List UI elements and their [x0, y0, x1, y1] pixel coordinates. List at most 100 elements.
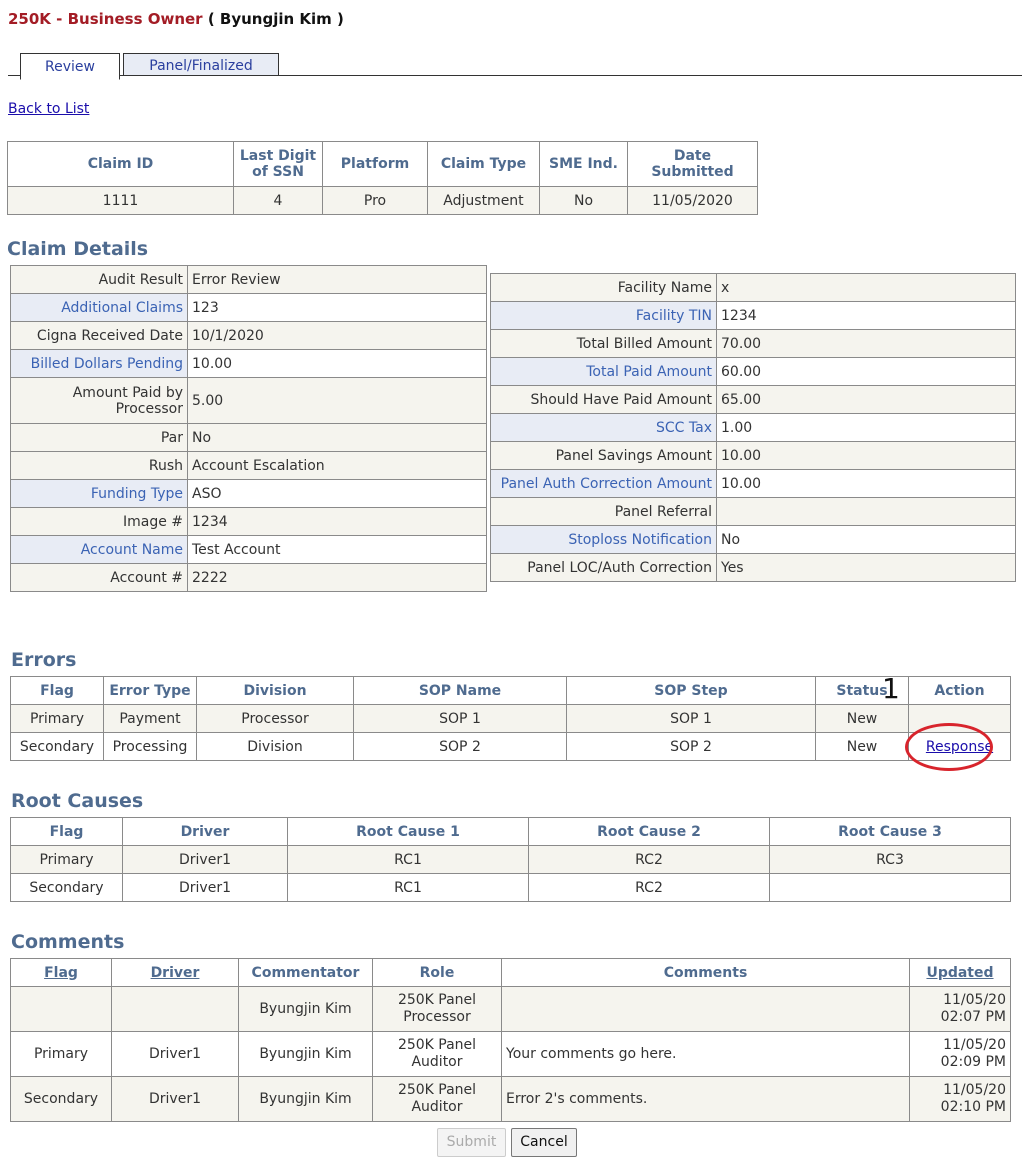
role-line-1: 250K Panel: [397, 992, 477, 1008]
cancel-button[interactable]: Cancel: [511, 1128, 577, 1157]
detail-label: Account Name: [10, 535, 188, 564]
detail-value: 10.00: [716, 441, 1016, 470]
detail-label: Audit Result: [10, 265, 188, 294]
col-commentator: Commentator: [238, 958, 373, 987]
detail-label: Cigna Received Date: [10, 321, 188, 350]
comment-role: 250K Panel Auditor: [372, 1076, 502, 1122]
detail-label: Total Paid Amount: [490, 357, 717, 386]
response-link[interactable]: Response: [926, 739, 993, 755]
detail-label: Total Billed Amount: [490, 329, 717, 358]
back-to-list-link[interactable]: Back to List: [8, 101, 89, 117]
comment-updated: 11/05/20 02:10 PM: [909, 1076, 1011, 1122]
sme-ind-value: No: [539, 186, 628, 215]
sort-updated-link[interactable]: Updated: [926, 965, 993, 981]
error-action-cell: Response: [908, 732, 1011, 761]
page-header: 250K - Business Owner ( Byungjin Kim ): [8, 10, 344, 28]
detail-value: No: [716, 525, 1016, 554]
error-sop-name: SOP 2: [353, 732, 567, 761]
user-name: ( Byungjin Kim ): [207, 10, 344, 28]
detail-value: 10.00: [187, 349, 487, 378]
updated-time: 02:09 PM: [940, 1054, 1006, 1070]
col-action: Action: [908, 676, 1011, 705]
detail-label: Panel Auth Correction Amount: [490, 469, 717, 498]
detail-row: SCC Tax 1.00: [490, 413, 1016, 442]
detail-label: Amount Paid by Processor: [10, 377, 188, 424]
claim-id-value: 1111: [7, 186, 234, 215]
sort-driver-link[interactable]: Driver: [151, 965, 200, 981]
rc-3: [769, 873, 1011, 902]
detail-row: Image # 1234: [10, 507, 487, 536]
col-updated-sort: Updated: [909, 958, 1011, 987]
detail-value: 2222: [187, 563, 487, 592]
detail-row: Funding Type ASO: [10, 479, 487, 508]
detail-row: Rush Account Escalation: [10, 451, 487, 480]
errors-title: Errors: [11, 649, 77, 671]
error-sop-step: SOP 1: [566, 704, 816, 733]
comment-text: [501, 986, 910, 1032]
detail-value: 70.00: [716, 329, 1016, 358]
error-sop-step: SOP 2: [566, 732, 816, 761]
detail-row: Total Billed Amount 70.00: [490, 329, 1016, 358]
comment-updated: 11/05/20 02:07 PM: [909, 986, 1011, 1032]
detail-row: Panel Referral: [490, 497, 1016, 526]
comment-driver: Driver1: [111, 1076, 239, 1122]
detail-value: 1234: [716, 301, 1016, 330]
rc-1: RC1: [287, 845, 529, 874]
table-row: Primary Payment Processor SOP 1 SOP 1 Ne…: [10, 704, 1011, 733]
root-causes-header-row: Flag Driver Root Cause 1 Root Cause 2 Ro…: [10, 817, 1011, 846]
submit-button[interactable]: Submit: [437, 1128, 506, 1157]
col-claim-id: Claim ID: [7, 141, 234, 187]
error-flag: Primary: [10, 704, 104, 733]
detail-row: Additional Claims 123: [10, 293, 487, 322]
updated-time: 02:10 PM: [940, 1099, 1006, 1115]
role-prefix: 250K: [8, 10, 51, 28]
sort-flag-link[interactable]: Flag: [44, 965, 78, 981]
root-causes-title: Root Causes: [11, 790, 144, 812]
detail-value: 10/1/2020: [187, 321, 487, 350]
platform-value: Pro: [322, 186, 428, 215]
role-line-2: Processor: [403, 1009, 471, 1025]
detail-label: Account #: [10, 563, 188, 592]
col-root-cause-3: Root Cause 3: [769, 817, 1011, 846]
role-name: Business Owner: [67, 10, 203, 28]
root-causes-table: Flag Driver Root Cause 1 Root Cause 2 Ro…: [10, 817, 1011, 902]
table-row: Secondary Driver1 Byungjin Kim 250K Pane…: [10, 1076, 1011, 1122]
errors-header-row: Flag Error Type Division SOP Name SOP St…: [10, 676, 1011, 705]
comment-text: Your comments go here.: [501, 1031, 910, 1077]
col-flag-sort: Flag: [10, 958, 112, 987]
claim-details-right-table: Facility Name x Facility TIN 1234 Total …: [490, 273, 1016, 582]
detail-row: Billed Dollars Pending 10.00: [10, 349, 487, 378]
detail-label: Facility TIN: [490, 301, 717, 330]
comment-text: Error 2's comments.: [501, 1076, 910, 1122]
tab-panel-finalized[interactable]: Panel/Finalized: [123, 53, 279, 76]
tab-review[interactable]: Review: [20, 53, 120, 80]
comments-title: Comments: [11, 931, 125, 953]
date-submitted-value: 11/05/2020: [627, 186, 758, 215]
col-sop-name: SOP Name: [353, 676, 567, 705]
col-date-submitted: Date Submitted: [627, 141, 758, 187]
detail-value: 65.00: [716, 385, 1016, 414]
table-row: Secondary Driver1 RC1 RC2: [10, 873, 1011, 902]
col-ssn: Last Digit of SSN: [233, 141, 323, 187]
detail-value: Test Account: [187, 535, 487, 564]
detail-row: Facility Name x: [490, 273, 1016, 302]
error-division: Division: [196, 732, 354, 761]
detail-row: Par No: [10, 423, 487, 452]
detail-row: Audit Result Error Review: [10, 265, 487, 294]
table-row: Byungjin Kim 250K Panel Processor 11/05/2…: [10, 986, 1011, 1032]
error-sop-name: SOP 1: [353, 704, 567, 733]
error-flag: Secondary: [10, 732, 104, 761]
col-platform: Platform: [322, 141, 428, 187]
detail-value: [716, 497, 1016, 526]
ssn-value: 4: [233, 186, 323, 215]
detail-label: Facility Name: [490, 273, 717, 302]
detail-value: Error Review: [187, 265, 487, 294]
comment-driver: [111, 986, 239, 1032]
comment-commentator: Byungjin Kim: [238, 986, 373, 1032]
header-separator: -: [50, 10, 68, 28]
rc-2: RC2: [528, 845, 770, 874]
comment-flag: Secondary: [10, 1076, 112, 1122]
col-division: Division: [196, 676, 354, 705]
detail-value: 1.00: [716, 413, 1016, 442]
detail-label: Panel Savings Amount: [490, 441, 717, 470]
